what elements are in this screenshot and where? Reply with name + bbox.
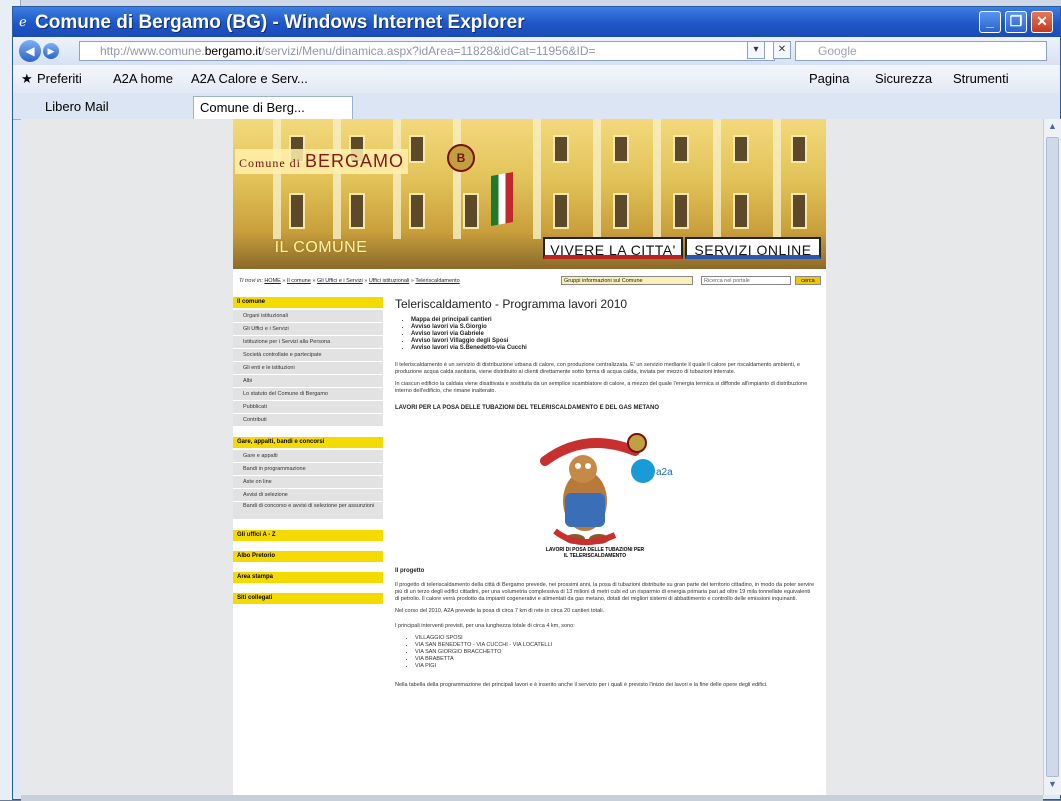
menu-item[interactable]: Gli Uffici e i Servizi xyxy=(233,323,383,336)
notice-link[interactable]: Avviso lavori via S.Benedetto-via Cucchi xyxy=(411,345,815,352)
browser-window: ℯ Comune di Bergamo (BG) - Windows Inter… xyxy=(12,6,1061,801)
close-button[interactable]: ✕ xyxy=(1031,11,1053,33)
command-pagina[interactable]: Pagina xyxy=(809,71,849,86)
vertical-scrollbar[interactable]: ▲ ▼ xyxy=(1043,119,1061,795)
nav-vivere-la-citta[interactable]: VIVERE LA CITTA' xyxy=(543,237,683,259)
breadcrumb-uffici-istituzionali[interactable]: Uffici istituzionali xyxy=(369,278,410,284)
site-banner: Comune di BERGAMO B IL COMUNE VIVERE LA … xyxy=(233,119,826,269)
streets-list: VILLAGGIO SPOSI VIA SAN BENEDETTO - VIA … xyxy=(415,635,815,670)
favorite-a2a-calore[interactable]: A2A Calore e Serv... xyxy=(191,71,308,86)
street-item: VIA BRABETTA xyxy=(415,656,815,663)
left-menu: Il comune Organi istituzionali Gli Uffic… xyxy=(233,297,383,606)
menu-item[interactable]: Istituzione per i Servizi alla Persona xyxy=(233,336,383,349)
illustration-caption: LAVORI DI POSA DELLE TUBAZIONI PER IL TE… xyxy=(545,547,645,559)
notice-link[interactable]: Avviso lavori via Gabriele xyxy=(411,331,815,338)
menu-uffici-a-z[interactable]: Gli uffici A - Z xyxy=(233,530,383,541)
breadcrumb-prefix: Ti trovi in: xyxy=(239,278,263,284)
breadcrumb-il-comune[interactable]: Il comune xyxy=(287,278,311,284)
coat-of-arms-icon: B xyxy=(447,144,475,172)
menu-section-title[interactable]: Il comune xyxy=(233,297,383,308)
menu-item[interactable]: Aste on line xyxy=(233,476,383,489)
street-item: VIA SAN GIORGIO BRACCHETTO xyxy=(415,649,815,656)
page-title: Teleriscaldamento - Programma lavori 201… xyxy=(395,297,628,311)
command-sicurezza[interactable]: Sicurezza xyxy=(875,71,932,86)
menu-area-stampa[interactable]: Area stampa xyxy=(233,572,383,583)
search-input[interactable]: Google xyxy=(795,41,1047,61)
project-heading: Il progetto xyxy=(395,568,425,574)
logo-small-text: Comune di xyxy=(239,156,301,170)
site-search-button[interactable]: cerca xyxy=(795,276,821,285)
site-logo[interactable]: Comune di BERGAMO xyxy=(235,149,409,174)
tab-libero-mail[interactable]: Libero Mail xyxy=(39,96,115,119)
menu-item[interactable]: Bandi di concorso e avvisi di selezione … xyxy=(233,502,383,520)
project-paragraph: I principali interventi previsti, per un… xyxy=(395,623,575,629)
menu-item[interactable]: Gare e appalti xyxy=(233,450,383,463)
menu-item[interactable]: Società controllate e partecipate xyxy=(233,349,383,362)
url-prefix: http://www.comune. xyxy=(100,44,205,58)
stop-icon[interactable]: ✕ xyxy=(773,41,791,59)
scroll-up-icon[interactable]: ▲ xyxy=(1046,121,1059,135)
tab-row: Libero Mail Comune di Berg... xyxy=(13,93,1060,120)
street-item: VIA PIGI xyxy=(415,663,815,670)
breadcrumb-home[interactable]: HOME xyxy=(264,278,281,284)
favorites-bar: ★ Preferiti A2A home A2A Calore e Serv..… xyxy=(13,65,1060,94)
favorite-a2a-home[interactable]: A2A home xyxy=(113,71,173,86)
menu-albo-pretorio[interactable]: Albo Pretorio xyxy=(233,551,383,562)
project-paragraph: Nel corso del 2010, A2A prevede la posa … xyxy=(395,608,605,614)
notice-link[interactable]: Avviso lavori via S.Giorgio xyxy=(411,324,815,331)
menu-section-title[interactable]: Gare, appalti, bandi e concorsi xyxy=(233,437,383,448)
minimize-button[interactable]: _ xyxy=(979,11,1001,33)
favorites-label[interactable]: Preferiti xyxy=(37,71,82,86)
forward-button[interactable]: ▶ xyxy=(43,43,59,59)
notice-link[interactable]: Mappa dei principali cantieri xyxy=(411,317,815,324)
menu-item[interactable]: Pubblicati xyxy=(233,401,383,414)
favorites-star-icon[interactable]: ★ xyxy=(21,71,33,87)
illustration-block: a2a LAVORI DI POSA DELLE TUBAZIONI PER I… xyxy=(395,411,815,566)
flag-icon xyxy=(491,172,513,226)
nav-il-comune[interactable]: IL COMUNE xyxy=(261,237,381,259)
nav-servizi-online[interactable]: SERVIZI ONLINE xyxy=(685,237,821,259)
a2a-logo-text: a2a xyxy=(656,467,673,478)
main-content: Teleriscaldamento - Programma lavori 201… xyxy=(395,297,815,694)
site-search-input[interactable]: Ricerca nel portale xyxy=(701,276,791,285)
page-viewport: Comune di BERGAMO B IL COMUNE VIVERE LA … xyxy=(21,119,1043,795)
url-path: /servizi/Menu/dinamica.aspx?idArea=11828… xyxy=(261,44,596,58)
menu-item[interactable]: Organi istituzionali xyxy=(233,310,383,323)
breadcrumb-uffici-servizi[interactable]: Gli Uffici e i Servizi xyxy=(317,278,363,284)
scroll-down-icon[interactable]: ▼ xyxy=(1046,779,1059,793)
street-item: VIA SAN BENEDETTO - VIA CUCCHI - VIA LOC… xyxy=(415,642,815,649)
back-button[interactable]: ◀ xyxy=(19,40,41,62)
menu-item[interactable]: Albi xyxy=(233,375,383,388)
menu-item[interactable]: Bandi in programmazione xyxy=(233,463,383,476)
address-field[interactable]: http://www.comune.bergamo.it/servizi/Men… xyxy=(79,41,775,61)
beaver-mascot-illustration: a2a xyxy=(540,433,673,546)
web-page: Comune di BERGAMO B IL COMUNE VIVERE LA … xyxy=(233,119,826,795)
notice-link[interactable]: Avviso lavori Villaggio degli Sposi xyxy=(411,338,815,345)
window-title: Comune di Bergamo (BG) - Windows Interne… xyxy=(35,12,525,33)
logo-big-text: BERGAMO xyxy=(305,151,405,171)
notice-list: Mappa dei principali cantieri Avviso lav… xyxy=(411,317,815,352)
menu-item[interactable]: Contributi xyxy=(233,414,383,427)
project-paragraph: Il progetto di teleriscaldamento della c… xyxy=(395,582,815,602)
url-domain: bergamo.it xyxy=(204,44,262,58)
scrollbar-thumb[interactable] xyxy=(1046,137,1059,777)
info-select[interactable]: Gruppi informazioni sul Comune xyxy=(561,276,693,285)
menu-item[interactable]: Gli enti e le istituzioni xyxy=(233,362,383,375)
menu-item[interactable]: Lo statuto del Comune di Bergamo xyxy=(233,388,383,401)
command-strumenti[interactable]: Strumenti xyxy=(953,71,1009,86)
menu-siti-collegati[interactable]: Siti collegati xyxy=(233,593,383,604)
footer-paragraph: Nella tabella della programmazione dei p… xyxy=(395,682,768,688)
tab-comune-bergamo[interactable]: Comune di Berg... xyxy=(193,96,353,119)
menu-item[interactable]: Avvisi di selezione xyxy=(233,489,383,502)
dropdown-icon[interactable]: ▾ xyxy=(747,41,765,59)
street-item: VILLAGGIO SPOSI xyxy=(415,635,815,642)
status-bar xyxy=(21,795,1043,801)
ie-icon: ℯ xyxy=(19,14,27,29)
intro-paragraph: Il teleriscaldamento è un servizio di di… xyxy=(395,362,800,375)
title-bar[interactable]: ℯ Comune di Bergamo (BG) - Windows Inter… xyxy=(13,7,1060,37)
address-bar-row: ◀ ▶ http://www.comune.bergamo.it/servizi… xyxy=(13,37,1060,65)
maximize-button[interactable]: ❐ xyxy=(1005,11,1027,33)
breadcrumb-teleriscaldamento[interactable]: Teleriscaldamento xyxy=(415,278,459,284)
intro-paragraph: In ciascun edificio la caldaia viene dis… xyxy=(395,381,808,394)
